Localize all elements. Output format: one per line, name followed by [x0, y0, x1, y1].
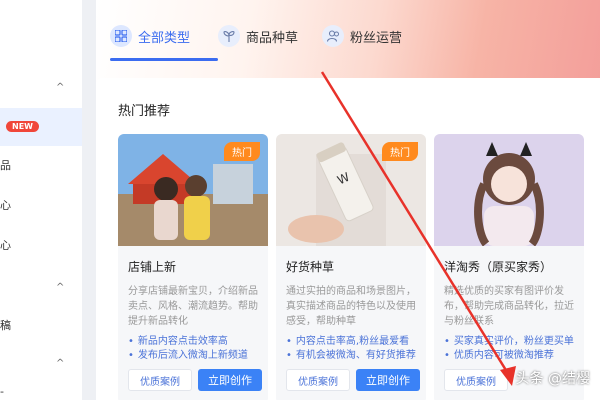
card-bullet: 发布后流入微淘上新频道	[128, 346, 248, 361]
card-bullet: 内容点击率高,粉丝最爱看	[286, 332, 409, 347]
watermark: 头条 @结樱	[515, 371, 590, 387]
card-description: 通过实拍的商品和场景图片，真实描述商品的特色以及使用感受，帮助种草	[286, 286, 416, 327]
card-description: 分享店铺最新宝贝，介绍新品卖点、风格、潮流趋势。帮助提升新品转化	[128, 286, 258, 327]
create-now-button[interactable]: 立即创作	[356, 369, 420, 391]
users-icon	[322, 25, 344, 47]
grid-icon	[110, 25, 132, 47]
sidebar-item-center-2[interactable]: 心	[0, 226, 82, 264]
sidebar-item-label: -	[0, 384, 4, 398]
create-now-button[interactable]: 立即创作	[198, 369, 262, 391]
card-title: 店铺上新	[128, 260, 177, 274]
card-bullet: 买家真实评价，粉丝更买单	[444, 332, 574, 347]
hot-badge: 热门	[224, 142, 260, 161]
sidebar-item-label: 心	[0, 199, 11, 212]
sidebar-item-product[interactable]: 品	[0, 146, 82, 184]
sidebar-item-label: 品	[0, 159, 11, 172]
card-description: 精选优质的买家有图评价发布，帮助完成商品转化，拉近与粉丝联系	[444, 286, 574, 327]
new-badge: NEW	[6, 121, 39, 132]
card-bullet: 有机会被微淘、有好货推荐	[286, 346, 416, 361]
sidebar-item-active[interactable]: NEW	[0, 108, 82, 146]
template-card-good-product[interactable]: W 热门 好货种草 通过实拍的商品和场景图片，真实描述商品的特色以及使用感受，帮…	[276, 134, 426, 400]
sidebar: ^ NEW 品 心 心 ^ 稿 ^ -	[0, 0, 82, 400]
card-bullet: 新品内容点击效率高	[128, 332, 228, 347]
hot-badge: 热门	[382, 142, 418, 161]
sidebar-item-label: 心	[0, 239, 11, 252]
card-image-street-photo: 热门	[118, 134, 268, 246]
example-case-button[interactable]: 优质案例	[444, 369, 508, 391]
tab-label: 全部类型	[138, 30, 191, 46]
card-title: 好货种草	[286, 260, 335, 274]
section-title: 热门推荐	[118, 104, 171, 119]
template-card-buyer-show[interactable]: 洋淘秀（原买家秀） 精选优质的买家有图评价发布，帮助完成商品转化，拉近与粉丝联系…	[434, 134, 584, 400]
example-case-button[interactable]: 优质案例	[286, 369, 350, 391]
active-tab-indicator	[110, 58, 218, 61]
tab-fan-operation[interactable]: 粉丝运营	[322, 22, 402, 50]
tab-label: 商品种草	[246, 30, 299, 46]
card-title: 洋淘秀（原买家秀）	[444, 260, 553, 274]
sidebar-item-misc[interactable]: -	[0, 372, 82, 400]
sprout-icon	[218, 25, 240, 47]
collapse-chevron-icon[interactable]: ^	[56, 358, 64, 369]
sidebar-item-label: 稿	[0, 319, 11, 332]
card-image-portrait-photo	[434, 134, 584, 246]
content-area: 热门推荐 热门 店铺上新 分享店铺最新宝贝，介绍新品卖点、风格、潮流趋势。帮助提…	[96, 78, 600, 400]
card-bullet: 优质内容可被微淘推荐	[444, 346, 554, 361]
collapse-chevron-icon[interactable]: ^	[56, 282, 64, 293]
example-case-button[interactable]: 优质案例	[128, 369, 192, 391]
card-image-product-photo: W 热门	[276, 134, 426, 246]
main-panel: 全部类型 商品种草 粉丝运营 热门推荐 热门 店铺上新 分享店铺最新宝贝，介绍新…	[96, 0, 600, 400]
tab-all-types[interactable]: 全部类型	[110, 22, 190, 50]
type-tabs: 全部类型 商品种草 粉丝运营	[96, 0, 600, 62]
collapse-chevron-icon[interactable]: ^	[56, 82, 64, 93]
sidebar-item-draft[interactable]: 稿	[0, 306, 82, 344]
tab-label: 粉丝运营	[350, 30, 403, 46]
sidebar-item-center-1[interactable]: 心	[0, 186, 82, 224]
tab-product-seeding[interactable]: 商品种草	[218, 22, 298, 50]
template-card-store-new[interactable]: 热门 店铺上新 分享店铺最新宝贝，介绍新品卖点、风格、潮流趋势。帮助提升新品转化…	[118, 134, 268, 400]
